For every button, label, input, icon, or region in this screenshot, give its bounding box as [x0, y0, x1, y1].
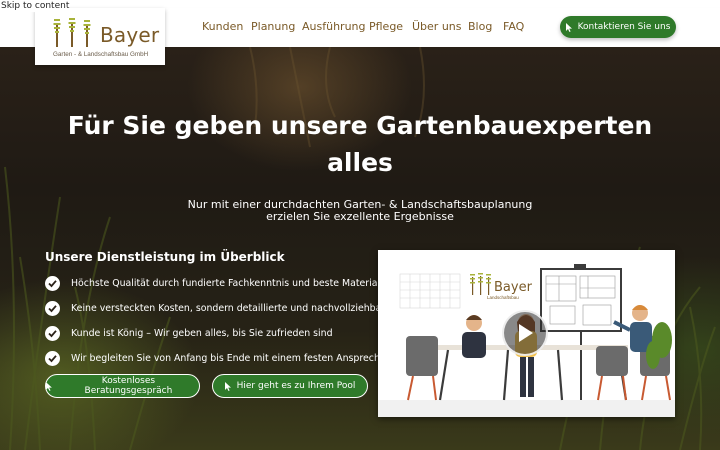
- consultation-button[interactable]: Kostenloses Beratungsgespräch: [45, 374, 200, 398]
- skip-to-content-link[interactable]: Skip to content: [0, 0, 71, 12]
- pool-button[interactable]: Hier geht es zu Ihrem Pool: [212, 374, 368, 398]
- nav-item-pflege[interactable]: Pflege: [369, 20, 403, 33]
- consultation-button-label: Kostenloses Beratungsgespräch: [84, 376, 173, 396]
- video-player[interactable]: Bayer Landschaftsbau: [378, 250, 675, 417]
- nav-item-planung[interactable]: Planung: [251, 20, 295, 33]
- service-text: Kunde ist König – Wir geben alles, bis S…: [71, 328, 333, 339]
- check-icon: [45, 301, 60, 316]
- contact-button[interactable]: Kontaktieren Sie uns: [560, 16, 676, 38]
- play-icon: [519, 324, 533, 342]
- list-item: Wir begleiten Sie von Anfang bis Ende mi…: [45, 346, 415, 371]
- cursor-icon: [46, 381, 52, 391]
- logo[interactable]: Bayer Garten - & Landschaftsbau GmbH: [35, 8, 165, 65]
- check-icon: [45, 326, 60, 341]
- hero-title-line1: Für Sie geben unsere Gartenbauexperten: [67, 111, 653, 140]
- play-button[interactable]: [502, 310, 548, 356]
- hero-section: Für Sie geben unsere Gartenbauexperten a…: [0, 47, 720, 450]
- list-item: Keine versteckten Kosten, sondern detail…: [45, 296, 422, 321]
- service-text: Höchste Qualität durch fundierte Fachken…: [71, 278, 395, 289]
- service-text: Wir begleiten Sie von Anfang bis Ende mi…: [71, 353, 415, 364]
- contact-button-label: Kontaktieren Sie uns: [577, 22, 671, 32]
- logo-name: Bayer: [100, 23, 160, 47]
- hero-subtitle-line2: erzielen Sie exzellente Ergebnisse: [266, 209, 454, 223]
- nav-item-ausfuehrung[interactable]: Ausführung: [302, 20, 366, 33]
- check-icon: [45, 351, 60, 366]
- nav-item-kunden[interactable]: Kunden: [202, 20, 243, 33]
- nav-item-faq[interactable]: FAQ: [503, 20, 524, 33]
- services-title: Unsere Dienstleistung im Überblick: [45, 250, 285, 264]
- tree-logo-icon: [53, 18, 91, 47]
- cursor-icon: [224, 381, 231, 391]
- nav-item-ueber-uns[interactable]: Über uns: [412, 20, 462, 33]
- pool-button-label: Hier geht es zu Ihrem Pool: [236, 381, 356, 391]
- list-item: Kunde ist König – Wir geben alles, bis S…: [45, 321, 375, 346]
- nav-item-blog[interactable]: Blog: [468, 20, 492, 33]
- hero-subtitle: Nur mit einer durchdachten Garten- & Lan…: [180, 199, 540, 222]
- hero-title-line2: alles: [327, 148, 393, 177]
- cursor-icon: [565, 22, 572, 32]
- service-list: Höchste Qualität durch fundierte Fachken…: [45, 271, 422, 371]
- logo-subtitle: Garten - & Landschaftsbau GmbH: [53, 51, 149, 58]
- hero-title: Für Sie geben unsere Gartenbauexperten a…: [40, 107, 680, 181]
- video-logo-name: Bayer: [494, 280, 533, 295]
- check-icon: [45, 276, 60, 291]
- list-item: Höchste Qualität durch fundierte Fachken…: [45, 271, 394, 296]
- video-logo-subtitle: Landschaftsbau: [487, 295, 519, 300]
- service-text: Keine versteckten Kosten, sondern detail…: [71, 303, 422, 314]
